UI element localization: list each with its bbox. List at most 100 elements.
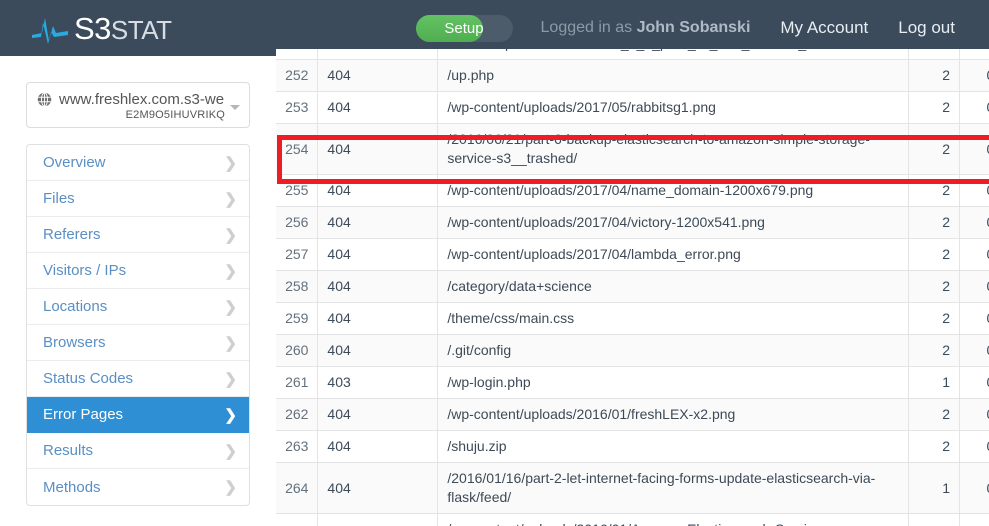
cell-hits: 2 — [908, 91, 961, 124]
cell-rank: 262 — [276, 398, 319, 431]
cell-rank: 265 — [276, 513, 319, 526]
cell-status-code: 404 — [317, 513, 439, 526]
cell-rank: 257 — [276, 238, 319, 271]
cell-hits: 2 — [908, 398, 961, 431]
sidebar-item-results[interactable]: Results ❯ — [27, 433, 249, 469]
cell-hits: 2 — [908, 238, 961, 271]
cell-rank: 254 — [276, 123, 319, 175]
cell-hits: 1 — [908, 513, 961, 526]
cell-hits: 2 — [908, 206, 961, 239]
my-account-link[interactable]: My Account — [780, 18, 868, 38]
cell-hits: 2 — [908, 270, 961, 303]
table-row[interactable]: 251404content/uploads/2017/01/rm_1_6_poo… — [276, 49, 989, 60]
globe-icon — [37, 92, 52, 107]
sidebar-item-label: Status Codes — [43, 370, 134, 387]
table-row[interactable]: 254 404/2016/06/21/part-6-backup-elastics… — [276, 123, 989, 175]
cell-url: /theme/css/main.css — [437, 302, 909, 335]
sidebar-item-methods[interactable]: Methods ❯ — [27, 469, 249, 505]
cell-rank: 252 — [276, 59, 319, 92]
cell-percent: 0.0 — [959, 513, 989, 526]
sidebar-menu: Overview ❯ Files ❯ Referers ❯ Visitors /… — [26, 144, 250, 506]
table-row[interactable]: 263404/shuju.zip20.0 — [276, 430, 989, 463]
table-row[interactable]: 265404/wp-content/uploads/2016/01/Amazon… — [276, 513, 989, 526]
cell-percent: 0.0 — [959, 59, 989, 92]
cell-rank: 251 — [276, 49, 319, 60]
cell-hits: 2 — [908, 334, 961, 367]
cell-status-code: 404 — [317, 430, 439, 463]
cell-status-code: 404 — [317, 462, 439, 514]
sidebar-item-overview[interactable]: Overview ❯ — [27, 145, 249, 181]
cell-url: /shuju.zip — [437, 430, 909, 463]
table-row[interactable]: 260404/.git/config20.0 — [276, 334, 989, 367]
cell-url: /category/data+science — [437, 270, 909, 303]
table-row[interactable]: 257 404/wp-content/uploads/2017/04/lambda… — [276, 238, 989, 271]
sidebar-item-status-codes[interactable]: Status Codes ❯ — [27, 361, 249, 397]
sidebar-item-browsers[interactable]: Browsers ❯ — [27, 325, 249, 361]
cell-rank: 259 — [276, 302, 319, 335]
sidebar-item-files[interactable]: Files ❯ — [27, 181, 249, 217]
cell-status-code: 404 — [317, 302, 439, 335]
sidebar-item-label: Methods — [43, 478, 101, 496]
sidebar-item-locations[interactable]: Locations ❯ — [27, 289, 249, 325]
cell-status-code: 404 — [317, 174, 439, 207]
sidebar-item-referers[interactable]: Referers ❯ — [27, 217, 249, 253]
site-selector-dropdown[interactable]: www.freshlex.com.s3-we E2M9O5IHUVRIKQ — [26, 82, 250, 128]
cell-status-code: 404 — [317, 334, 439, 367]
cell-url: /2016/06/21/part-6-backup-elasticsearch-… — [437, 123, 909, 175]
sidebar-item-error-pages[interactable]: Error Pages ❯ — [27, 397, 249, 433]
cell-percent: 0.0 — [959, 238, 989, 271]
chevron-right-icon: ❯ — [224, 479, 237, 496]
cell-rank: 260 — [276, 334, 319, 367]
cell-hits: 1 — [908, 366, 961, 399]
cell-hits: 2 — [908, 59, 961, 92]
cell-percent: 0.0 — [959, 123, 989, 175]
sidebar-item-label: Visitors / IPs — [43, 262, 127, 279]
table-row[interactable]: 259404/theme/css/main.css20.0 — [276, 302, 989, 335]
cell-rank: 258 — [276, 270, 319, 303]
selected-site-name: www.freshlex.com.s3-we — [59, 91, 225, 108]
cell-percent: 0.0 — [959, 49, 989, 60]
table-row[interactable]: 261403/wp-login.php10.0 — [276, 366, 989, 399]
logo-text-s3: S3 — [74, 10, 111, 46]
sidebar-item-label: Browsers — [43, 334, 106, 351]
top-navigation-bar: S3STAT Setup Logged in as John Sobanski … — [0, 0, 989, 56]
brand-logo[interactable]: S3STAT — [30, 11, 172, 45]
cell-percent: 0.0 — [959, 366, 989, 399]
cell-status-code: 404 — [317, 270, 439, 303]
chevron-right-icon: ❯ — [224, 190, 237, 208]
table-row[interactable]: 258404/category/data+science20.0 — [276, 270, 989, 303]
chevron-right-icon: ❯ — [224, 226, 237, 244]
sidebar-item-label: Error Pages — [43, 406, 124, 423]
sidebar-item-label: Locations — [43, 298, 108, 315]
chevron-right-icon: ❯ — [224, 370, 237, 388]
sidebar-item-visitors-ips[interactable]: Visitors / IPs ❯ — [27, 253, 249, 289]
sidebar-item-label: Overview — [43, 154, 106, 171]
cell-rank: 264 — [276, 462, 319, 514]
sidebar: www.freshlex.com.s3-we E2M9O5IHUVRIKQ Ov… — [26, 82, 250, 506]
sidebar-item-label: Files — [43, 190, 75, 207]
cell-percent: 0.0 — [959, 206, 989, 239]
cell-percent: 0.0 — [959, 398, 989, 431]
setup-toggle-button[interactable]: Setup — [415, 14, 513, 42]
chevron-down-icon[interactable] — [230, 105, 240, 110]
log-out-link[interactable]: Log out — [898, 18, 955, 38]
cell-hits: 2 — [908, 49, 961, 60]
chevron-right-icon: ❯ — [224, 298, 237, 316]
logged-in-username: John Sobanski — [636, 19, 751, 36]
error-pages-table-container[interactable]: 251404content/uploads/2017/01/rm_1_6_poo… — [276, 49, 989, 526]
table-row[interactable]: 253 404/wp-content/uploads/2017/05/rabbit… — [276, 91, 989, 124]
cell-rank: 263 — [276, 430, 319, 463]
table-row[interactable]: 252404/up.php20.0 — [276, 59, 989, 92]
top-nav-right-group: Setup Logged in as John Sobanski My Acco… — [415, 14, 955, 42]
table-row[interactable]: 256 404/wp-content/uploads/2017/04/victor… — [276, 206, 989, 239]
cell-percent: 0.0 — [959, 270, 989, 303]
cell-status-code: 404 — [317, 49, 439, 60]
table-row[interactable]: 262 404/wp-content/uploads/2016/01/freshL… — [276, 398, 989, 431]
cell-url: /wp-content/uploads/2016/01/Amazon-Elast… — [437, 513, 909, 526]
table-row[interactable]: 255 404/wp-content/uploads/2017/04/name_d… — [276, 174, 989, 207]
chevron-right-icon: ❯ — [224, 334, 237, 352]
cell-percent: 0.0 — [959, 462, 989, 514]
logo-text-stat: STAT — [110, 14, 172, 45]
table-row[interactable]: 264 404/2016/01/16/part-2-let-internet-fa… — [276, 462, 989, 514]
site-selector-row: www.freshlex.com.s3-we — [37, 91, 239, 108]
